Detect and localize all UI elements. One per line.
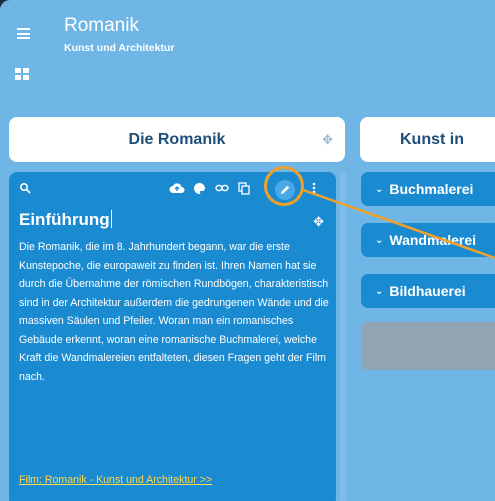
card-body-text: Die Romanik, die im 8. Jahrhundert began…: [19, 241, 329, 383]
app-title: Romanik: [64, 15, 139, 36]
copy-icon[interactable]: [238, 182, 250, 199]
move-icon[interactable]: ✥: [313, 214, 324, 230]
column-title: Kunst in: [400, 130, 464, 148]
chevron-down-icon: ⌄: [375, 183, 384, 195]
film-link[interactable]: Film: Romanik - Kunst und Architektur >>: [19, 474, 212, 486]
column-header-die-romanik[interactable]: Die Romanik ✥: [9, 117, 345, 162]
board: Romanik Kunst und Architektur Die Romani…: [0, 0, 495, 501]
hamburger-menu-icon[interactable]: [17, 28, 30, 39]
move-icon[interactable]: ✥: [322, 132, 333, 148]
column-title: Die Romanik: [128, 130, 226, 148]
chevron-down-icon: ⌄: [375, 234, 384, 246]
more-vertical-icon[interactable]: [312, 182, 316, 198]
text-cursor: [110, 210, 112, 228]
content-card: Einführung ✥ Die Romanik, die im 8. Jahr…: [9, 172, 336, 501]
column-header-kunst[interactable]: Kunst in: [360, 117, 495, 162]
section-bildhauerei[interactable]: ⌄ Bildhauerei: [361, 274, 495, 308]
scrollbar[interactable]: [340, 172, 346, 501]
search-icon[interactable]: [19, 182, 31, 198]
highlight-ring: [264, 166, 304, 206]
cloud-upload-icon[interactable]: [169, 182, 185, 198]
palette-icon[interactable]: [193, 182, 206, 199]
link-icon[interactable]: [215, 182, 229, 198]
chevron-down-icon: ⌄: [375, 285, 384, 297]
layout-grid-icon[interactable]: [15, 68, 29, 80]
section-buchmalerei[interactable]: ⌄ Buchmalerei: [361, 172, 495, 206]
section-wandmalerei[interactable]: ⌄ Wandmalerei: [361, 223, 495, 257]
app-subtitle: Kunst und Architektur: [64, 42, 175, 54]
empty-section: [361, 322, 495, 370]
card-title[interactable]: Einführung: [19, 210, 112, 230]
